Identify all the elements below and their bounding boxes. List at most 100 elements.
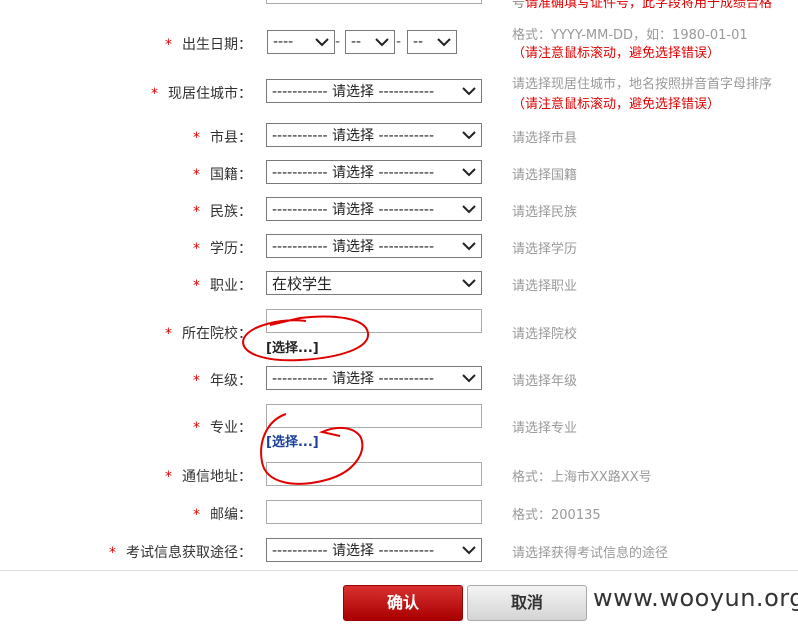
chevron-down-icon [462, 87, 476, 96]
county-label: * 市县： [193, 127, 252, 147]
education-select[interactable]: ----------- 请选择 ----------- [266, 234, 482, 258]
birth-year-select[interactable]: ---- [267, 30, 335, 54]
chevron-down-icon [462, 168, 476, 177]
birth-day-select[interactable]: -- [407, 30, 457, 54]
school-label-text: 所在院校： [182, 326, 252, 342]
school-input[interactable] [266, 309, 482, 333]
county-hint: 请选择市县 [512, 131, 578, 146]
cancel-button[interactable]: 取消 [467, 585, 587, 621]
ethnicity-select[interactable]: ----------- 请选择 ----------- [266, 197, 482, 221]
top-input-edge [266, 0, 482, 4]
school-choose-link[interactable]: [选择...] [266, 337, 319, 356]
occupation-select[interactable]: 在校学生 [266, 271, 482, 295]
county-label-text: 市县： [210, 130, 252, 146]
grade-select[interactable]: ----------- 请选择 ----------- [266, 366, 482, 390]
grade-hint: 请选择年级 [512, 374, 578, 389]
city-warning: （请注意鼠标滚动，避免选择错误） [512, 93, 720, 112]
occupation-hint: 请选择职业 [512, 279, 578, 294]
date-separator: - [396, 34, 402, 50]
chevron-down-icon [462, 279, 476, 288]
source-select-value: ----------- 请选择 ----------- [272, 543, 435, 559]
postcode-input[interactable] [266, 500, 482, 524]
nationality-select-value: ----------- 请选择 ----------- [272, 165, 435, 181]
chevron-down-icon [462, 242, 476, 251]
major-hint: 请选择专业 [512, 421, 578, 436]
county-select-value: ----------- 请选择 ----------- [272, 128, 435, 144]
required-mark: * [193, 204, 200, 220]
required-mark: * [193, 130, 200, 146]
major-choose-link[interactable]: [选择...] [266, 431, 319, 450]
birthdate-label-text: 出生日期： [182, 37, 252, 53]
grade-select-value: ----------- 请选择 ----------- [272, 371, 435, 387]
chevron-down-icon [462, 374, 476, 383]
school-label: * 所在院校： [165, 323, 252, 343]
grade-label: * 年级： [193, 370, 252, 390]
date-separator: - [335, 34, 341, 50]
city-select[interactable]: ----------- 请选择 ----------- [266, 79, 482, 103]
education-hint: 请选择学历 [512, 242, 578, 257]
nationality-label: * 国籍： [193, 164, 252, 184]
chevron-down-icon [462, 131, 476, 140]
birth-month-select[interactable]: -- [345, 30, 395, 54]
chevron-down-icon [462, 546, 476, 555]
required-mark: * [193, 507, 200, 523]
chevron-down-icon [462, 205, 476, 214]
education-label: * 学历： [193, 238, 252, 258]
id-number-note-text: 请准确填写证件号，此字段将用于成绩合格 [525, 0, 773, 11]
id-number-note: 号请准确填写证件号，此字段将用于成绩合格 [512, 0, 772, 11]
form-divider [0, 570, 798, 571]
required-mark: * [193, 373, 200, 389]
id-number-note-prefix: 号 [512, 0, 526, 11]
occupation-label: * 职业： [193, 275, 252, 295]
major-label-text: 专业： [210, 420, 252, 436]
address-label: * 通信地址： [165, 466, 252, 486]
required-mark: * [193, 420, 200, 436]
required-mark: * [193, 167, 200, 183]
major-input[interactable] [266, 404, 482, 428]
birthdate-warning: （请注意鼠标滚动，避免选择错误） [512, 42, 720, 61]
source-hint: 请选择获得考试信息的途径 [512, 546, 669, 561]
birth-month-value: -- [351, 34, 362, 50]
source-select[interactable]: ----------- 请选择 ----------- [266, 538, 482, 562]
ethnicity-label-text: 民族： [210, 204, 252, 220]
ethnicity-label: * 民族： [193, 201, 252, 221]
birth-day-value: -- [413, 34, 424, 50]
county-select[interactable]: ----------- 请选择 ----------- [266, 123, 482, 147]
city-label: * 现居住城市： [151, 83, 252, 103]
postcode-label-text: 邮编： [210, 507, 252, 523]
chevron-down-icon [437, 38, 451, 47]
city-warning-text: （请注意鼠标滚动，避免选择错误） [512, 97, 721, 112]
occupation-label-text: 职业： [210, 278, 252, 294]
required-mark: * [193, 241, 200, 257]
source-label: * 考试信息获取途径： [109, 542, 252, 562]
required-mark: * [165, 469, 172, 485]
school-hint: 请选择院校 [512, 327, 578, 342]
source-label-text: 考试信息获取途径： [126, 545, 252, 561]
address-label-text: 通信地址： [182, 469, 252, 485]
chevron-down-icon [375, 38, 389, 47]
required-mark: * [165, 37, 172, 53]
chevron-down-icon [315, 38, 329, 47]
nationality-select[interactable]: ----------- 请选择 ----------- [266, 160, 482, 184]
required-mark: * [109, 545, 116, 561]
required-mark: * [165, 326, 172, 342]
confirm-button[interactable]: 确认 [343, 585, 463, 621]
birthdate-warning-text: （请注意鼠标滚动，避免选择错误） [512, 46, 721, 61]
city-select-value: ----------- 请选择 ----------- [272, 84, 435, 100]
required-mark: * [151, 86, 158, 102]
birthdate-label: * 出生日期： [165, 34, 252, 54]
birthdate-hint: 格式：YYYY-MM-DD，如：1980-01-01 [512, 28, 748, 43]
birth-year-value: ---- [273, 34, 294, 50]
required-mark: * [193, 278, 200, 294]
ethnicity-select-value: ----------- 请选择 ----------- [272, 202, 435, 218]
city-hint: 请选择现居住城市，地名按照拼音首字母排序 [512, 77, 773, 92]
education-label-text: 学历： [210, 241, 252, 257]
address-hint: 格式：上海市XX路XX号 [512, 470, 652, 485]
ethnicity-hint: 请选择民族 [512, 205, 578, 220]
postcode-hint: 格式：200135 [512, 508, 601, 523]
address-input[interactable] [266, 462, 482, 486]
occupation-select-value: 在校学生 [272, 274, 333, 293]
watermark: www.wooyun.org [593, 584, 798, 612]
nationality-hint: 请选择国籍 [512, 168, 578, 183]
grade-label-text: 年级： [210, 373, 252, 389]
